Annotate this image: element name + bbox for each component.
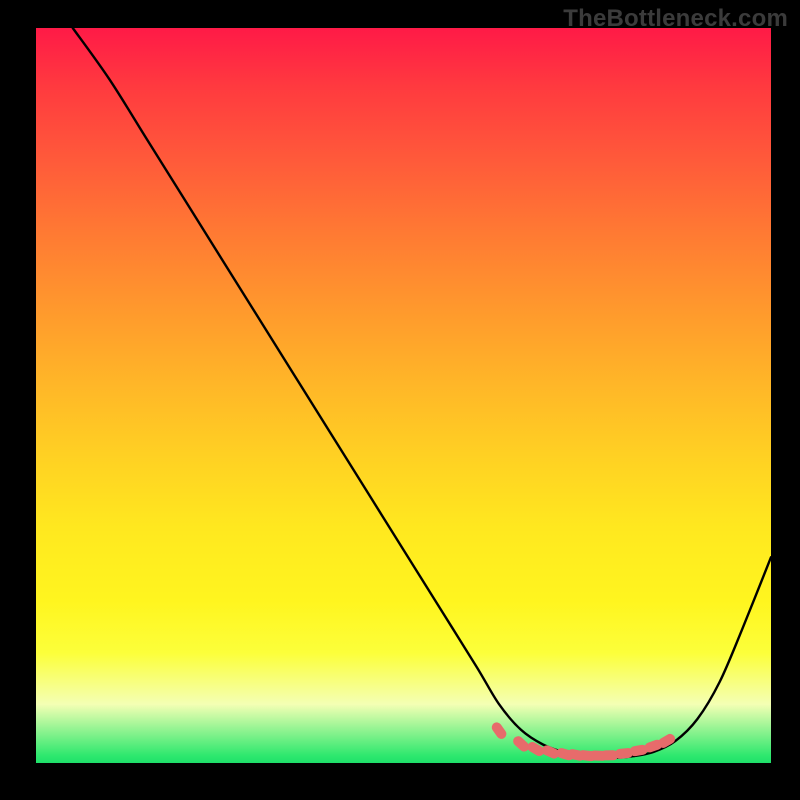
watermark-label: TheBottleneck.com xyxy=(563,5,788,33)
optimal-marker xyxy=(511,734,531,754)
chart-svg xyxy=(36,28,771,763)
optimal-marker xyxy=(490,720,509,740)
bottleneck-curve xyxy=(73,28,771,758)
chart-gradient-background xyxy=(36,28,771,763)
